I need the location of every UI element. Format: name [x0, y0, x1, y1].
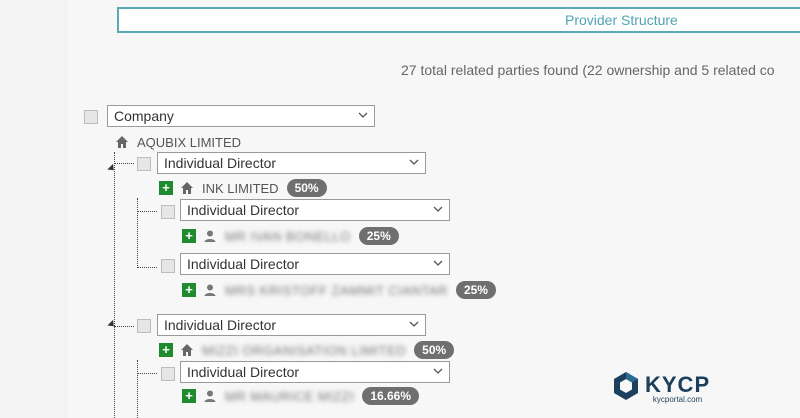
child-1-2-type-value: Individual Director: [187, 256, 300, 272]
group-1-checkbox[interactable]: [137, 157, 151, 171]
tree-connector: [137, 198, 138, 268]
collapse-arrow-icon[interactable]: [107, 163, 117, 174]
expand-plus-icon[interactable]: +: [159, 181, 173, 195]
root-name: AQUBIX LIMITED: [137, 134, 242, 150]
child-1-1-type-value: Individual Director: [187, 202, 300, 218]
group-2-checkbox[interactable]: [137, 319, 151, 333]
child-1-2-checkbox[interactable]: [161, 259, 175, 273]
expand-plus-icon[interactable]: +: [182, 389, 196, 403]
child-1-1-type-select[interactable]: Individual Director: [180, 199, 450, 221]
entity-name: MIZZI ORGANISATION LIMITED: [202, 342, 407, 358]
person-name: MRS KRISTOFF ZAMMIT CIANTAR: [225, 282, 448, 298]
person-icon: [203, 389, 217, 403]
child-2-1-type-value: Individual Director: [187, 364, 300, 380]
child-1-1-checkbox[interactable]: [161, 205, 175, 219]
person-icon: [203, 229, 217, 243]
person-name: MR IVAN BONELLO: [225, 228, 351, 244]
tree-connector: [137, 267, 157, 268]
expand-plus-icon[interactable]: +: [182, 229, 196, 243]
logo-wordmark: KYCP: [645, 371, 711, 397]
tree-connector: [114, 326, 134, 327]
chevron-down-icon: [433, 259, 443, 267]
chevron-down-icon: [433, 205, 443, 213]
page-title: Provider Structure: [565, 12, 678, 28]
kycp-logo: KYCP kycportal.com: [613, 371, 710, 406]
expand-plus-icon[interactable]: +: [182, 283, 196, 297]
ownership-badge: 25%: [455, 281, 496, 299]
home-icon: [115, 135, 129, 149]
home-icon: [180, 181, 194, 195]
root-checkbox[interactable]: [84, 110, 98, 124]
tree-connector: [137, 360, 138, 418]
person-node[interactable]: + MR IVAN BONELLO 25%: [182, 227, 399, 245]
tree-connector: [114, 163, 134, 164]
entity-node-ink[interactable]: + INK LIMITED 50%: [159, 179, 327, 197]
related-parties-summary: 27 total related parties found (22 owner…: [401, 62, 775, 78]
kycp-cube-icon: [613, 371, 639, 406]
ownership-badge: 50%: [286, 179, 327, 197]
group-1-type-value: Individual Director: [164, 155, 277, 171]
person-icon: [203, 283, 217, 297]
group-2-type-value: Individual Director: [164, 317, 277, 333]
group-1-type-select[interactable]: Individual Director: [157, 152, 426, 174]
provider-structure-header: [117, 7, 800, 33]
ownership-badge: 50%: [414, 341, 455, 359]
chevron-down-icon: [433, 367, 443, 375]
ownership-badge: 16.66%: [362, 387, 420, 405]
child-2-1-type-select[interactable]: Individual Director: [180, 361, 450, 383]
child-2-1-checkbox[interactable]: [161, 367, 175, 381]
tree-connector: [114, 152, 115, 418]
logo-url: kycportal.com: [652, 394, 703, 404]
child-1-2-type-select[interactable]: Individual Director: [180, 253, 450, 275]
chevron-down-icon: [409, 320, 419, 328]
root-type-select[interactable]: Company: [107, 105, 375, 127]
ownership-badge: 25%: [358, 227, 399, 245]
person-node[interactable]: + MRS KRISTOFF ZAMMIT CIANTAR 25%: [182, 281, 496, 299]
person-node[interactable]: + MR MAURICE MIZZI 16.66%: [182, 387, 420, 405]
person-name: MR MAURICE MIZZI: [225, 388, 355, 404]
expand-plus-icon[interactable]: +: [159, 343, 173, 357]
group-2-type-select[interactable]: Individual Director: [157, 314, 426, 336]
left-margin: [0, 0, 68, 418]
root-type-value: Company: [114, 108, 174, 124]
tree-connector: [137, 211, 157, 212]
collapse-arrow-icon[interactable]: [107, 319, 117, 330]
entity-node-mizzi[interactable]: + MIZZI ORGANISATION LIMITED 50%: [159, 341, 455, 359]
root-node[interactable]: AQUBIX LIMITED: [115, 133, 241, 151]
chevron-down-icon: [409, 158, 419, 166]
tree-connector: [137, 373, 157, 374]
chevron-down-icon: [358, 111, 368, 119]
entity-name: INK LIMITED: [202, 180, 279, 196]
home-icon: [180, 343, 194, 357]
